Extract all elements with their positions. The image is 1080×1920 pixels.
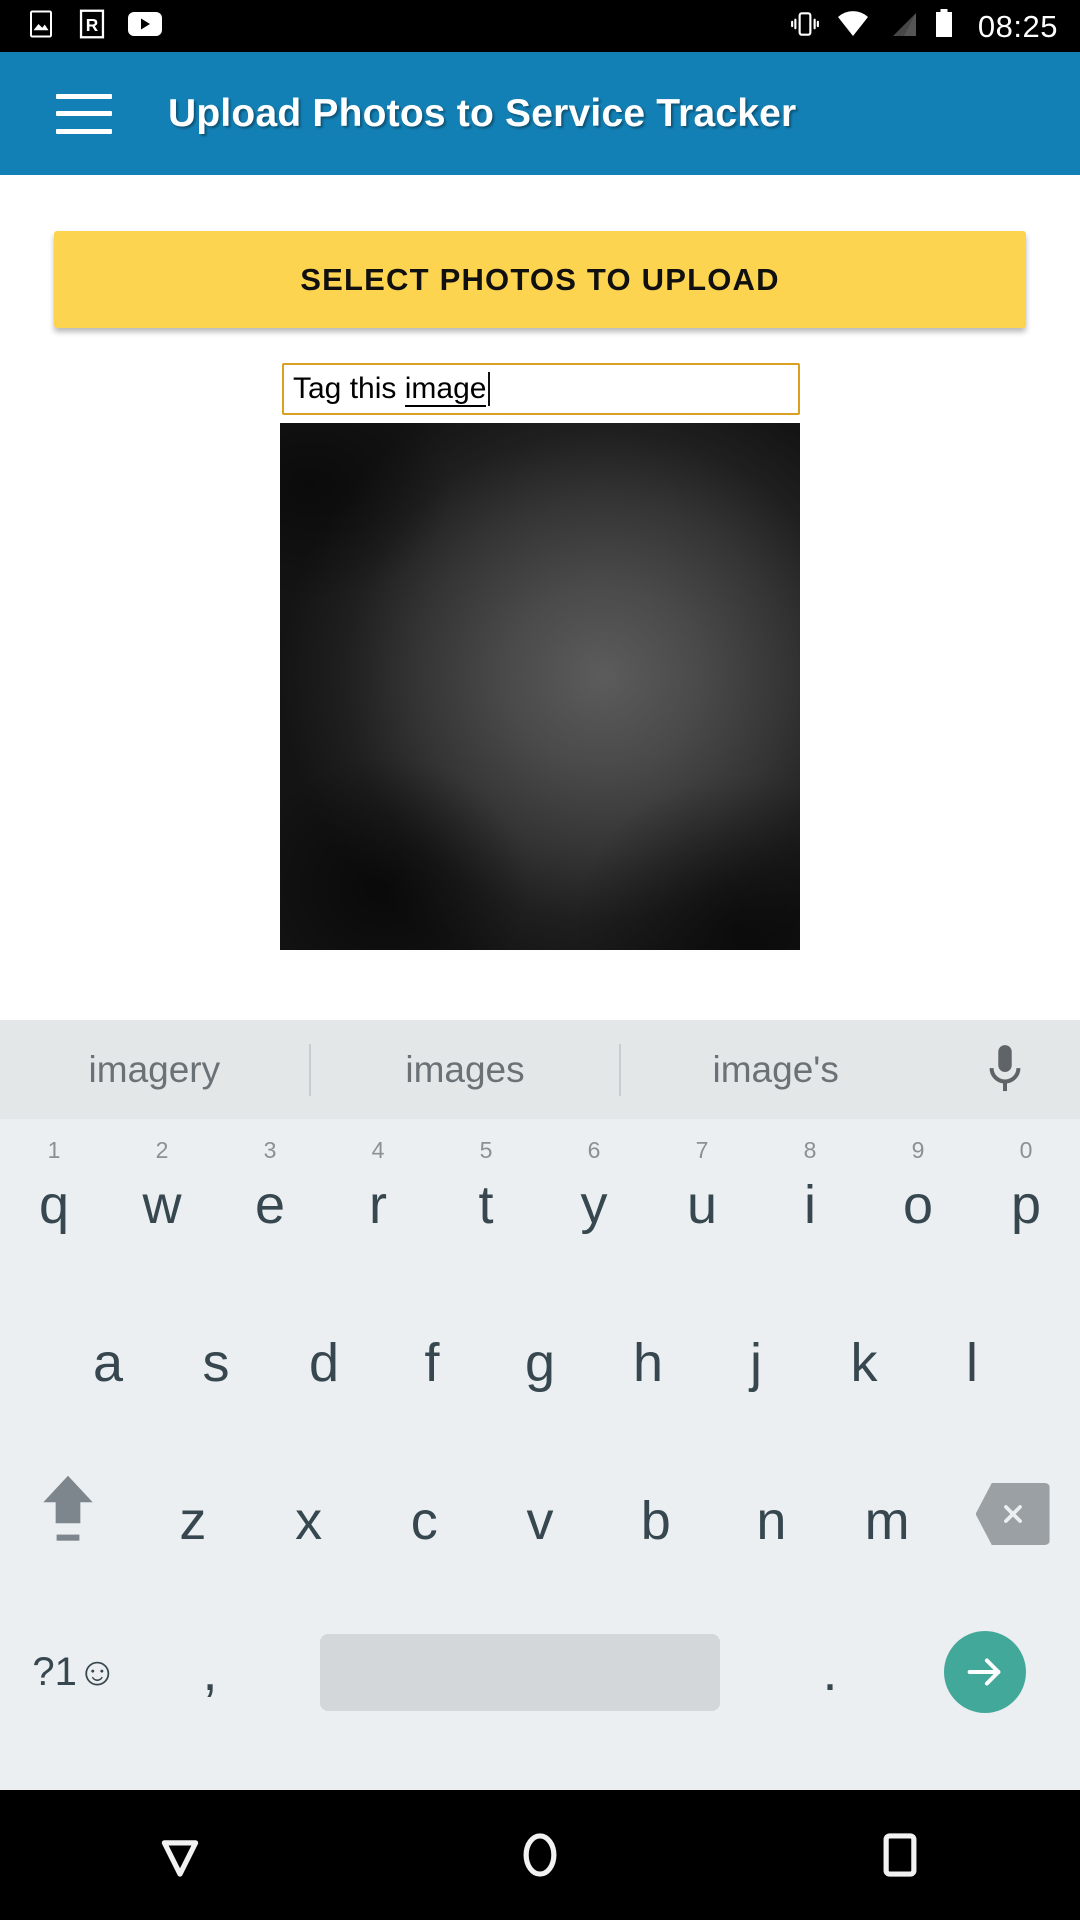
signal-icon: [886, 10, 918, 43]
key-h[interactable]: h: [594, 1277, 702, 1435]
key-n[interactable]: n: [714, 1435, 830, 1593]
main-content: SELECT PHOTOS TO UPLOAD Tag this image: [0, 175, 1080, 1020]
arrow-right-icon: [944, 1631, 1026, 1713]
wifi-icon: [836, 10, 870, 43]
suggestion-item-0[interactable]: imagery: [0, 1020, 309, 1119]
status-bar-clock: 08:25: [977, 8, 1058, 44]
key-v[interactable]: v: [482, 1435, 598, 1593]
select-photos-button[interactable]: SELECT PHOTOS TO UPLOAD: [54, 231, 1026, 328]
tag-image-input[interactable]: Tag this image: [282, 363, 800, 415]
microphone-icon[interactable]: [930, 1042, 1080, 1098]
recents-square-icon[interactable]: [820, 1790, 980, 1920]
space-key[interactable]: [270, 1633, 770, 1711]
keyboard-row-2: a s d f g h j k l: [0, 1277, 1080, 1435]
key-r[interactable]: 4r: [324, 1119, 432, 1277]
phone-screen: R 08:25 Upload Photos to Service Tracker…: [0, 0, 1080, 1920]
key-k[interactable]: k: [810, 1277, 918, 1435]
status-bar: R 08:25: [0, 0, 1080, 52]
navigation-bar: [0, 1790, 1080, 1920]
key-m[interactable]: m: [829, 1435, 945, 1593]
tag-input-prefix: Tag this: [293, 372, 405, 405]
key-z[interactable]: z: [135, 1435, 251, 1593]
key-b[interactable]: b: [598, 1435, 714, 1593]
enter-key[interactable]: [890, 1631, 1080, 1713]
shift-arrow-icon: [37, 1470, 99, 1559]
key-x[interactable]: x: [251, 1435, 367, 1593]
key-f[interactable]: f: [378, 1277, 486, 1435]
spacebar[interactable]: [320, 1633, 720, 1711]
suggestion-item-2[interactable]: image's: [621, 1020, 930, 1119]
key-s[interactable]: s: [162, 1277, 270, 1435]
key-u[interactable]: 7u: [648, 1119, 756, 1277]
key-t[interactable]: 5t: [432, 1119, 540, 1277]
backspace-key[interactable]: [945, 1435, 1080, 1593]
symbols-key[interactable]: ?1☺: [0, 1593, 150, 1751]
r-app-icon: R: [78, 9, 106, 44]
page-title: Upload Photos to Service Tracker: [168, 91, 797, 135]
tag-input-composing-word: image: [404, 372, 487, 407]
svg-text:R: R: [86, 14, 99, 34]
youtube-icon: [128, 11, 162, 42]
keyboard-row-1: 1q 2w 3e 4r 5t 6y 7u 8i 9o 0p: [0, 1119, 1080, 1277]
photo-thumbnail[interactable]: [280, 423, 800, 950]
comma-key[interactable]: ,: [150, 1593, 270, 1751]
key-y[interactable]: 6y: [540, 1119, 648, 1277]
key-l[interactable]: l: [918, 1277, 1026, 1435]
key-e[interactable]: 3e: [216, 1119, 324, 1277]
on-screen-keyboard: imagery images image's 1q 2w 3e 4r 5t 6y…: [0, 1020, 1080, 1790]
key-g[interactable]: g: [486, 1277, 594, 1435]
suggestion-item-1[interactable]: images: [311, 1020, 620, 1119]
key-c[interactable]: c: [366, 1435, 482, 1593]
keyboard-row-4: ?1☺ , .: [0, 1593, 1080, 1751]
suggestion-strip: imagery images image's: [0, 1020, 1080, 1119]
period-key[interactable]: .: [770, 1593, 890, 1751]
key-d[interactable]: d: [270, 1277, 378, 1435]
vibrate-icon: [790, 9, 820, 44]
app-bar: Upload Photos to Service Tracker: [0, 52, 1080, 175]
battery-icon: [934, 8, 954, 44]
hide-keyboard-triangle-icon[interactable]: [100, 1790, 260, 1920]
key-j[interactable]: j: [702, 1277, 810, 1435]
tag-input-value: Tag this image: [293, 372, 487, 407]
shift-key[interactable]: [0, 1435, 135, 1593]
gallery-icon: [26, 9, 56, 44]
key-a[interactable]: a: [54, 1277, 162, 1435]
keyboard-row-3: z x c v b n m: [0, 1435, 1080, 1593]
hamburger-menu-icon[interactable]: [56, 93, 112, 134]
key-o[interactable]: 9o: [864, 1119, 972, 1277]
status-bar-right-icons: 08:25: [790, 8, 1080, 44]
keyboard-rows: 1q 2w 3e 4r 5t 6y 7u 8i 9o 0p a s d f g …: [0, 1119, 1080, 1790]
key-q[interactable]: 1q: [0, 1119, 108, 1277]
key-i[interactable]: 8i: [756, 1119, 864, 1277]
key-p[interactable]: 0p: [972, 1119, 1080, 1277]
home-circle-icon[interactable]: [460, 1790, 620, 1920]
backspace-icon: [975, 1483, 1050, 1545]
status-bar-left-icons: R: [0, 9, 162, 44]
key-w[interactable]: 2w: [108, 1119, 216, 1277]
text-caret: [488, 372, 491, 406]
